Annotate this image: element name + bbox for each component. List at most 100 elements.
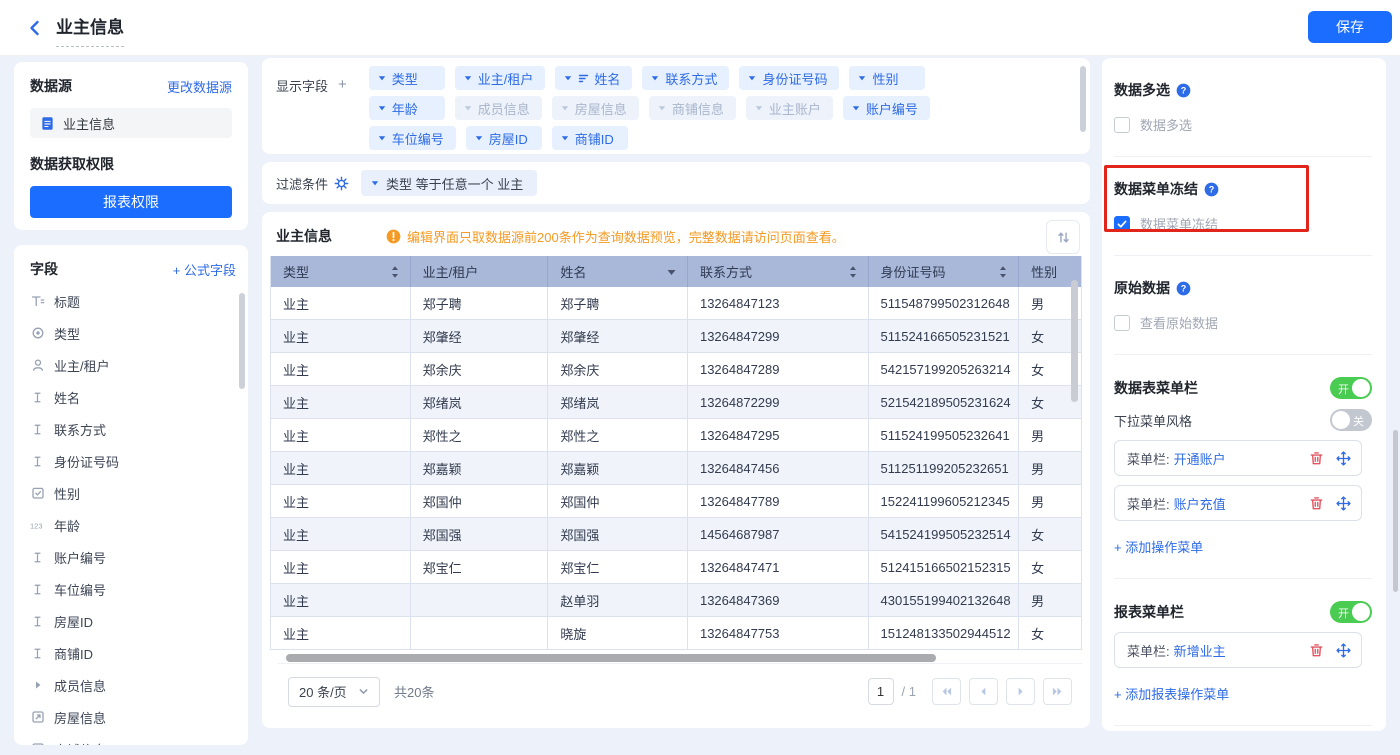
table-row[interactable]: 业主郑绪岚郑绪岚13264872299521542189505231624女 (271, 386, 1081, 419)
field-item-商铺ID[interactable]: 商铺ID (30, 637, 236, 669)
display-field-chip-商铺信息[interactable]: 商铺信息 (649, 96, 736, 120)
menu-bar-item-新增业主[interactable]: 菜单栏:新增业主 (1114, 632, 1362, 668)
chip-label: 性别 (872, 69, 898, 88)
field-item-姓名[interactable]: 姓名 (30, 381, 236, 413)
menu-freeze-checkbox[interactable] (1114, 216, 1130, 232)
table-row[interactable]: 业主郑余庆郑余庆13264847289542157199205263214女 (271, 353, 1081, 386)
chips-scrollbar[interactable] (1080, 66, 1086, 132)
table-row[interactable]: 业主郑性之郑性之13264847295511524199505232641男 (271, 419, 1081, 452)
display-field-chip-年龄[interactable]: 年龄 (369, 96, 445, 120)
caret-down-icon (857, 73, 867, 83)
menu-bar-item-账户充值[interactable]: 菜单栏:账户充值 (1114, 485, 1362, 521)
chip-label: 车位编号 (392, 129, 444, 148)
sort-both-icon (998, 265, 1008, 279)
display-field-chip-商铺ID[interactable]: 商铺ID (552, 126, 628, 150)
display-field-chip-业主/租户[interactable]: 业主/租户 (455, 66, 546, 90)
display-field-chip-车位编号[interactable]: 车位编号 (369, 126, 456, 150)
move-icon[interactable] (1336, 496, 1351, 511)
field-item-业主/租户[interactable]: 业主/租户 (30, 349, 236, 381)
table-horizontal-scroll-track (278, 654, 1074, 663)
table-vertical-scrollbar[interactable] (1071, 280, 1078, 402)
next-page-button[interactable] (1006, 678, 1035, 705)
page-scrollbar[interactable] (1393, 430, 1398, 592)
back-icon[interactable] (24, 17, 46, 39)
field-item-联系方式[interactable]: 联系方式 (30, 413, 236, 445)
table-cell: 郑子聘 (548, 287, 688, 319)
table-row[interactable]: 业主赵单羽13264847369430155199402132648男 (271, 584, 1081, 617)
column-header-联系方式[interactable]: 联系方式 (688, 256, 869, 287)
table-cell: 郑国强 (411, 518, 549, 550)
add-report-action-menu-link[interactable]: + 添加报表操作菜单 (1114, 684, 1372, 703)
prev-page-button[interactable] (969, 678, 998, 705)
display-field-chip-身份证号码[interactable]: 身份证号码 (739, 66, 839, 90)
datasource-item[interactable]: 业主信息 (30, 108, 232, 138)
field-item-账户编号[interactable]: 账户编号 (30, 541, 236, 573)
display-field-chip-成员信息[interactable]: 成员信息 (455, 96, 542, 120)
display-field-chip-房屋ID[interactable]: 房屋ID (466, 126, 542, 150)
display-field-chip-账户编号[interactable]: 账户编号 (843, 96, 930, 120)
table-row[interactable]: 业主郑宝仁郑宝仁13264847471512415166502152315女 (271, 551, 1081, 584)
field-item-类型[interactable]: 类型 (30, 317, 236, 349)
column-header-姓名[interactable]: 姓名 (548, 256, 688, 287)
table-sort-button[interactable] (1046, 220, 1080, 254)
save-button[interactable]: 保存 (1308, 11, 1392, 43)
table-cell: 业主 (271, 617, 411, 649)
column-header-类型[interactable]: 类型 (271, 256, 411, 287)
table-row[interactable]: 业主郑国仲郑国仲13264847789152241199605212345男 (271, 485, 1081, 518)
report-menu-toggle[interactable]: 开 (1330, 601, 1372, 623)
move-icon[interactable] (1336, 643, 1351, 658)
filter-condition-chip[interactable]: 类型 等于任意一个 业主 (361, 170, 537, 196)
last-page-button[interactable] (1043, 678, 1072, 705)
display-field-chip-业主账户[interactable]: 业主账户 (746, 96, 833, 120)
field-item-商铺信息[interactable]: 商铺信息 (30, 733, 236, 745)
column-header-业主/租户[interactable]: 业主/租户 (411, 256, 549, 287)
table-row[interactable]: 业主郑子聘郑子聘13264847123511548799502312648男 (271, 287, 1081, 320)
page-number-input[interactable]: 1 (868, 678, 894, 705)
table-row[interactable]: 业主郑肇经郑肇经13264847299511524166505231521女 (271, 320, 1081, 353)
table-row[interactable]: 业主郑国强郑国强14564687987541524199505232514女 (271, 518, 1081, 551)
chip-label: 身份证号码 (762, 69, 827, 88)
delete-icon[interactable] (1309, 451, 1324, 466)
column-header-身份证号码[interactable]: 身份证号码 (869, 256, 1020, 287)
move-icon[interactable] (1336, 451, 1351, 466)
table-cell: 业主 (271, 584, 411, 616)
multi-select-checkbox[interactable] (1114, 117, 1130, 133)
delete-icon[interactable] (1309, 643, 1324, 658)
table-horizontal-scrollbar[interactable] (286, 654, 936, 662)
field-item-车位编号[interactable]: 车位编号 (30, 573, 236, 605)
menu-bar-item-开通账户[interactable]: 菜单栏:开通账户 (1114, 440, 1362, 476)
chip-label: 业主/租户 (478, 69, 534, 88)
table-menu-toggle[interactable]: 开 (1330, 377, 1372, 399)
help-icon[interactable]: ? (1176, 281, 1191, 296)
field-item-年龄[interactable]: 123年龄 (30, 509, 236, 541)
display-field-chip-联系方式[interactable]: 联系方式 (642, 66, 729, 90)
report-permission-button[interactable]: 报表权限 (30, 186, 232, 218)
first-page-button[interactable] (932, 678, 961, 705)
field-item-标题[interactable]: 标题 (30, 285, 236, 317)
help-icon[interactable]: ? (1176, 83, 1191, 98)
display-field-chip-房屋信息[interactable]: 房屋信息 (552, 96, 639, 120)
table-row[interactable]: 业主郑嘉颖郑嘉颖13264847456511251199205232651男 (271, 452, 1081, 485)
delete-icon[interactable] (1309, 496, 1324, 511)
page-size-select[interactable]: 20 条/页 (288, 677, 380, 707)
display-field-chip-性别[interactable]: 性别 (849, 66, 925, 90)
field-item-成员信息[interactable]: 成员信息 (30, 669, 236, 701)
field-item-身份证号码[interactable]: 身份证号码 (30, 445, 236, 477)
add-action-menu-link[interactable]: + 添加操作菜单 (1114, 537, 1372, 556)
display-field-chip-类型[interactable]: 类型 (369, 66, 445, 90)
add-display-field-button[interactable]: + (338, 76, 347, 150)
fields-scrollbar[interactable] (239, 293, 245, 389)
change-datasource-link[interactable]: 更改数据源 (167, 77, 232, 96)
display-field-chip-姓名[interactable]: 姓名 (555, 66, 632, 90)
text-icon (30, 391, 45, 404)
field-item-房屋ID[interactable]: 房屋ID (30, 605, 236, 637)
add-formula-field-link[interactable]: + 公式字段 (173, 260, 236, 279)
table-row[interactable]: 业主晓旋13264847753151248133502944512女 (271, 617, 1081, 650)
gear-icon[interactable] (334, 176, 349, 191)
table-cell: 郑余庆 (548, 353, 688, 385)
field-item-房屋信息[interactable]: 房屋信息 (30, 701, 236, 733)
help-icon[interactable]: ? (1204, 182, 1219, 197)
raw-data-checkbox[interactable] (1114, 315, 1130, 331)
dropdown-style-toggle[interactable]: 关 (1330, 409, 1372, 431)
field-item-性别[interactable]: 性别 (30, 477, 236, 509)
